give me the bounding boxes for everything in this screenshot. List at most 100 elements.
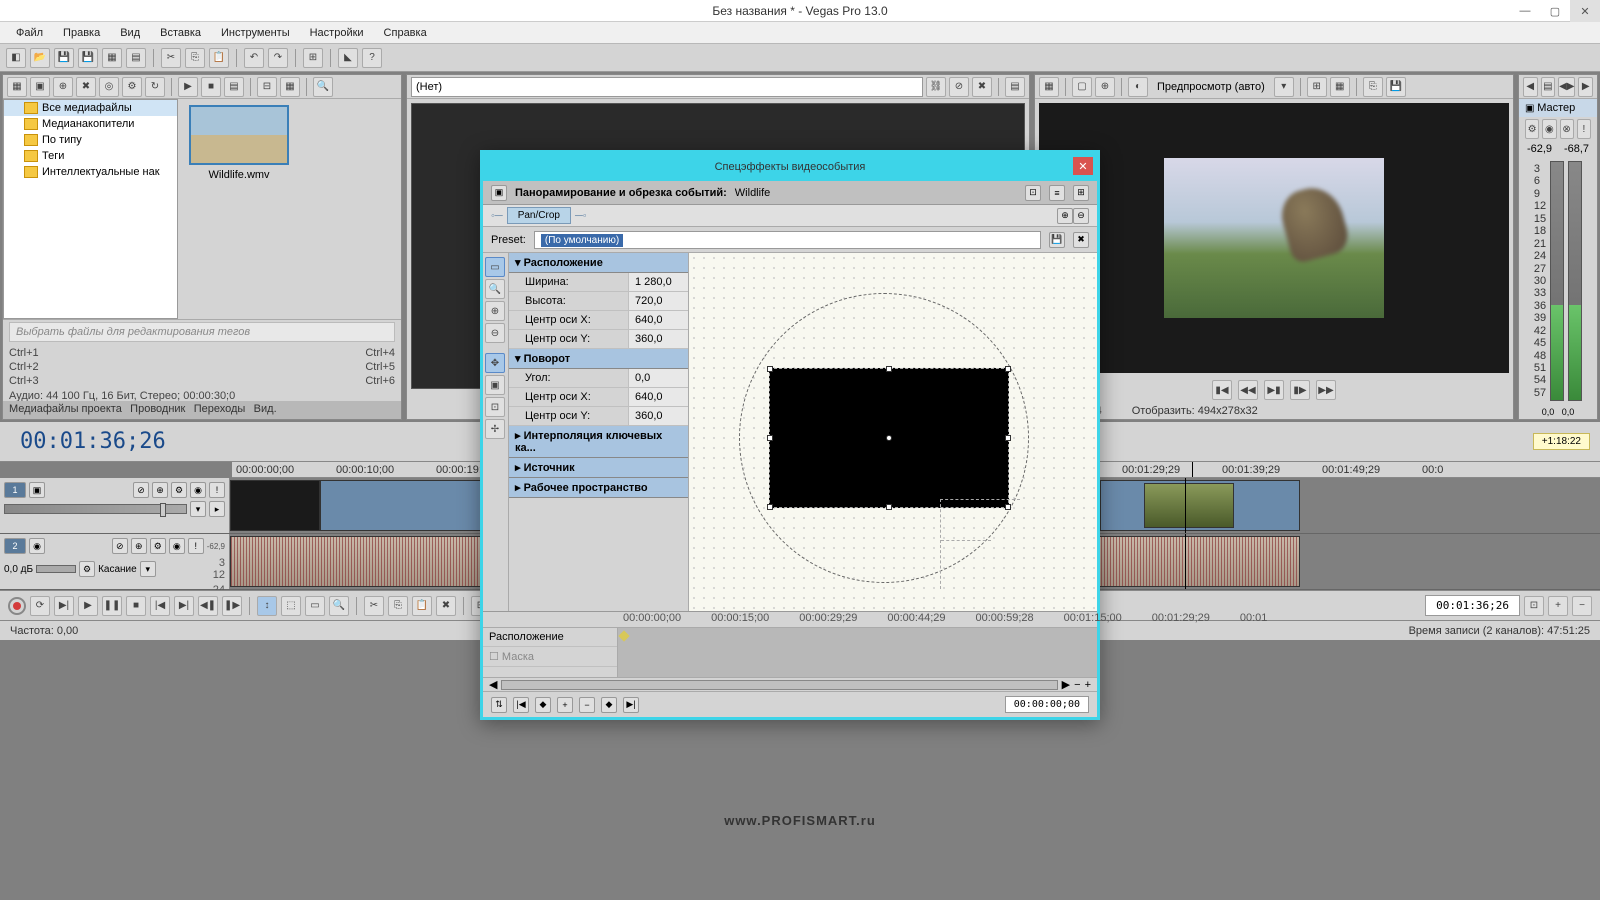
next-icon[interactable]: ▶ [1578,77,1593,97]
section-workspace[interactable]: ▸ Рабочее пространство [509,478,688,498]
handle-s[interactable] [886,504,892,510]
master-mute-icon[interactable]: ◉ [1542,119,1556,139]
next-frame-icon[interactable]: ▮▶ [1290,380,1310,400]
meter-left[interactable] [1550,161,1564,401]
properties-icon[interactable]: ◎ [99,77,119,97]
playhead[interactable] [1192,462,1193,477]
go-start-icon[interactable]: |◀ [150,596,170,616]
move-freely-icon[interactable]: ✥ [485,353,505,373]
downmix-icon[interactable]: ◀▶ [1558,77,1575,97]
menu-help[interactable]: Справка [376,24,435,42]
preview-quality-label[interactable]: Предпросмотр (авто) [1151,81,1271,93]
size-center-icon[interactable]: ⊡ [485,397,505,417]
loop-play-icon[interactable]: ⟳ [30,596,50,616]
mute-icon[interactable]: ◉ [169,538,185,554]
details-icon[interactable]: ▦ [280,77,300,97]
menu-view[interactable]: Вид [112,24,148,42]
undo-icon[interactable]: ↶ [244,48,264,68]
kf-ruler[interactable]: 00:00:00;0000:00:15;0000:00:29;2900:00:4… [483,612,1097,628]
handle-w[interactable] [767,435,773,441]
bypass-fx-icon[interactable]: ⊘ [112,538,128,554]
tree-tags[interactable]: Теги [4,148,177,164]
save-snap-icon[interactable]: 💾 [1386,77,1406,97]
prev-frame-icon[interactable]: ◀❚ [198,596,218,616]
track-header-1[interactable]: 1 ▣ ⊘ ⊕ ⚙ ◉ ! ▾ ▸ [0,478,230,533]
fx-preset-dropdown[interactable]: (Нет) [411,77,923,97]
dock-tab-media[interactable]: Медиафайлы проекта Проводник Переходы Ви… [3,401,401,419]
kf-prev-icon[interactable]: ◀ [489,678,497,691]
external-monitor-icon[interactable]: ▢ [1072,77,1092,97]
track-fx-icon[interactable]: ⚙ [171,482,187,498]
play-icon[interactable]: ▶▮ [1264,380,1284,400]
next-kf-icon[interactable]: ◆ [601,697,617,713]
menu-file[interactable]: Файл [8,24,51,42]
maximize-button[interactable]: ▢ [1540,0,1570,22]
solo-icon[interactable]: ! [188,538,204,554]
zoom-in-icon[interactable]: ⊕ [485,301,505,321]
crop-frame[interactable] [769,368,1009,508]
last-kf-icon[interactable]: ▶| [623,697,639,713]
compositing-icon[interactable]: ▾ [190,501,206,517]
autopreview-icon[interactable]: ▤ [224,77,244,97]
track-number[interactable]: 1 [4,482,26,498]
kf-label-mask[interactable]: ☐ Маска [483,647,617,667]
sync-icon[interactable]: ⊡ [1025,185,1041,201]
copy-icon[interactable]: ⎘ [388,596,408,616]
help-icon[interactable]: ? [362,48,382,68]
open-icon[interactable]: 📂 [30,48,50,68]
redo-icon[interactable]: ↷ [268,48,288,68]
track-number[interactable]: 2 [4,538,26,554]
prop-height[interactable]: Высота:720,0 [509,292,688,311]
tree-by-type[interactable]: По типу [4,132,177,148]
delete-icon[interactable]: ✖ [436,596,456,616]
normal-edit-icon[interactable]: ↕ [257,596,277,616]
next-frame-icon[interactable]: ❚▶ [222,596,242,616]
section-rotation[interactable]: ▾ Поворот [509,349,688,369]
remove-icon[interactable]: ✖ [76,77,96,97]
mute-icon[interactable]: ◉ [190,482,206,498]
master-fx-icon[interactable]: ⚙ [1525,119,1539,139]
search-icon[interactable]: 🔍 [313,77,333,97]
capture-icon[interactable]: ▣ [30,77,50,97]
del-kf-icon[interactable]: − [579,697,595,713]
zoom-fit-icon[interactable]: ⊡ [1524,596,1544,616]
view-icon[interactable]: ⊟ [257,77,277,97]
kf-timecode[interactable]: 00:00:00;00 [1005,696,1089,713]
move-tool-icon[interactable]: ✢ [485,419,505,439]
fx-split-icon[interactable]: ▤ [1005,77,1025,97]
stop-icon[interactable]: ■ [201,77,221,97]
first-kf-icon[interactable]: |◀ [513,697,529,713]
mixer-icon[interactable]: ▤ [1541,77,1556,97]
prop-width[interactable]: Ширина:1 280,0 [509,273,688,292]
tree-all-media[interactable]: Все медиафайлы [4,100,177,116]
level-slider[interactable] [4,504,187,514]
save-as-icon[interactable]: 💾 [78,48,98,68]
record-arm-icon[interactable]: ◉ [29,538,45,554]
kf-label-position[interactable]: Расположение [483,628,617,647]
make-child-icon[interactable]: ▸ [209,501,225,517]
handle-e[interactable] [1005,435,1011,441]
minimize-button[interactable]: — [1510,0,1540,22]
video-clip-1[interactable] [230,480,320,531]
tree-storage[interactable]: Медианакопители [4,116,177,132]
project-props-icon[interactable]: ▦ [1039,77,1059,97]
prev-icon[interactable]: ◀ [1523,77,1538,97]
output-fx-icon[interactable]: ⊕ [1095,77,1115,97]
fx-chain-icon[interactable]: ⛓ [926,77,946,97]
section-position[interactable]: ▾ Расположение [509,253,688,273]
invert-phase-icon[interactable]: ⊕ [131,538,147,554]
add-kf-icon[interactable]: + [557,697,573,713]
safe-area-icon[interactable]: ▦ [1330,77,1350,97]
media-tree[interactable]: Все медиафайлы Медианакопители По типу Т… [3,99,178,319]
record-button[interactable] [8,597,26,615]
render-icon[interactable]: ▦ [102,48,122,68]
paste-icon[interactable]: 📋 [412,596,432,616]
dialog-close-button[interactable]: ✕ [1073,157,1093,175]
fx-remove-icon[interactable]: ✖ [972,77,992,97]
prop-center-x[interactable]: Центр оси X:640,0 [509,311,688,330]
go-end-icon[interactable]: ▶▶ [1316,380,1336,400]
prop-angle[interactable]: Угол:0,0 [509,369,688,388]
selection-icon[interactable]: ▭ [305,596,325,616]
prop-center-y[interactable]: Центр оси Y:360,0 [509,330,688,349]
fx-icon[interactable]: ⚙ [122,77,142,97]
